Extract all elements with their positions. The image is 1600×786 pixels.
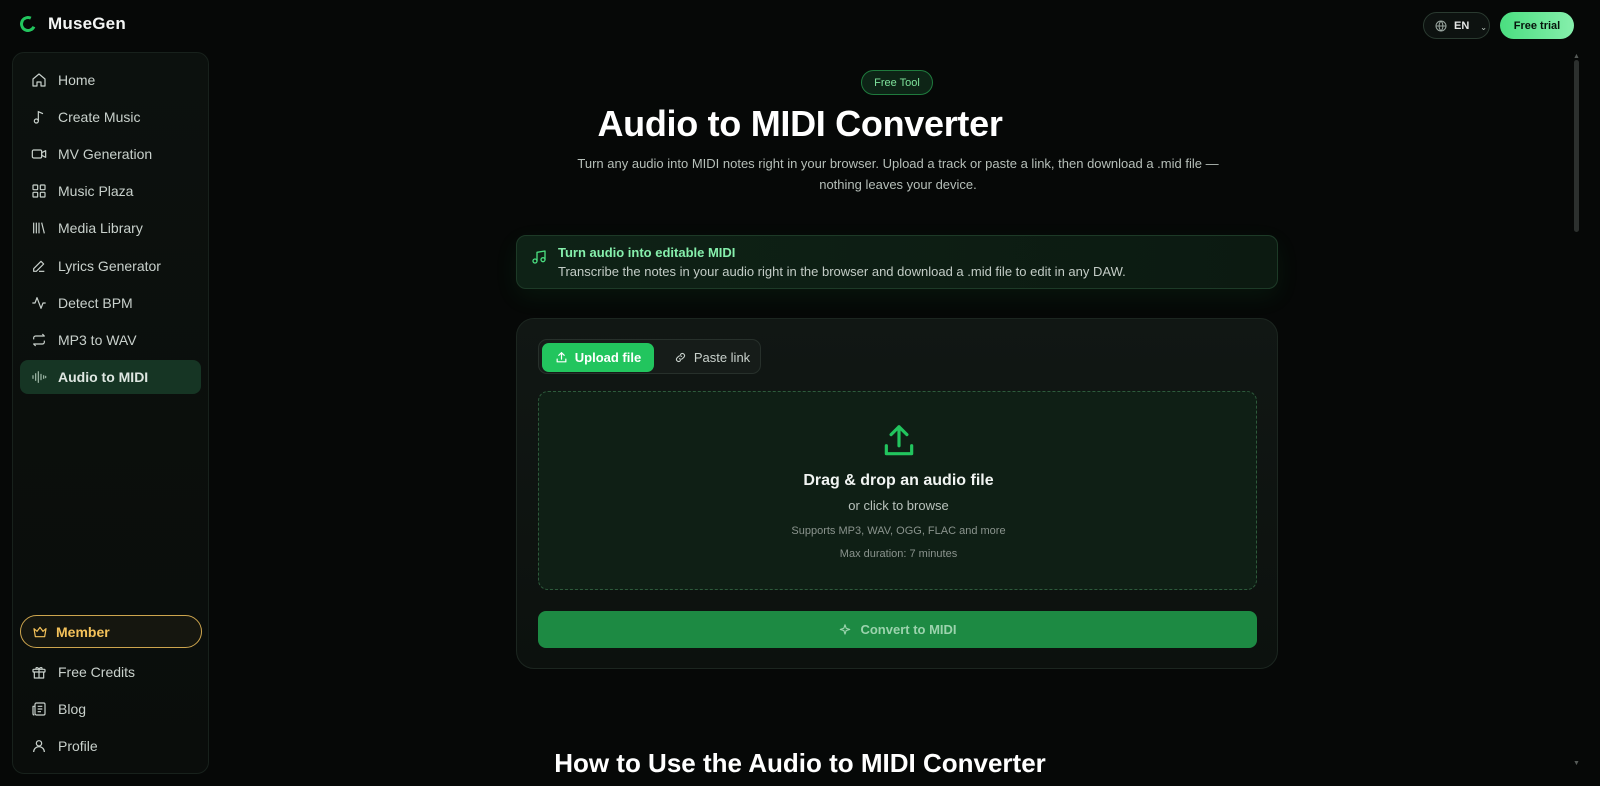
sidebar-item-label: MV Generation: [58, 146, 153, 162]
link-icon: [675, 352, 685, 363]
tab-upload-file[interactable]: Upload file: [542, 343, 654, 372]
tab-paste-link[interactable]: Paste link: [665, 343, 759, 372]
language-label: EN: [1454, 19, 1470, 32]
upload-icon: [556, 352, 567, 363]
sidebar: Home Create Music MV Generation Music Pl…: [12, 52, 209, 774]
dropzone[interactable]: Drag & drop an audio file or click to br…: [538, 391, 1257, 590]
sidebar-item-mp3-to-wav[interactable]: MP3 to WAV: [20, 323, 201, 357]
free-trial-button[interactable]: Free trial: [1500, 12, 1574, 39]
convert-to-midi-button[interactable]: Convert to MIDI: [538, 611, 1257, 648]
sidebar-item-label: Home: [58, 72, 96, 88]
sidebar-item-label: Media Library: [58, 220, 143, 236]
music-notes-icon: [532, 250, 546, 264]
how-to-heading: How to Use the Audio to MIDI Converter: [554, 748, 1046, 778]
dropzone-subtitle: or click to browse: [848, 498, 949, 513]
app-name: MuseGen: [48, 14, 126, 33]
newspaper-icon: [32, 702, 46, 716]
member-label: Member: [56, 623, 110, 640]
sidebar-item-lyrics-generator[interactable]: Lyrics Generator: [20, 249, 201, 283]
sidebar-item-audio-to-midi[interactable]: Audio to MIDI: [20, 360, 201, 394]
tab-label: Paste link: [693, 350, 751, 365]
crown-icon: [33, 626, 47, 637]
sidebar-item-label: Detect BPM: [58, 295, 133, 311]
converter-card: Upload file Paste link Drag & drop an au…: [516, 318, 1278, 669]
sidebar-item-media-library[interactable]: Media Library: [20, 211, 201, 245]
pulse-icon: [32, 297, 46, 309]
home-icon: [32, 73, 46, 87]
sidebar-item-label: Audio to MIDI: [58, 369, 149, 385]
video-camera-icon: [31, 149, 47, 159]
sidebar-item-blog[interactable]: Blog: [20, 692, 201, 726]
top-bar: MuseGen EN ⌄ Free trial: [0, 0, 1600, 50]
sidebar-item-music-plaza[interactable]: Music Plaza: [20, 174, 201, 208]
app: MuseGen EN ⌄ Free trial Home Create Musi…: [0, 0, 1600, 786]
sidebar-item-label: Blog: [58, 701, 87, 717]
waveform-icon: [32, 371, 47, 383]
info-banner: Turn audio into editable MIDI Transcribe…: [516, 235, 1278, 289]
member-button[interactable]: Member: [20, 615, 202, 648]
dropzone-title: Drag & drop an audio file: [803, 472, 994, 489]
sidebar-item-label: Music Plaza: [58, 183, 134, 199]
scrollbar-thumb[interactable]: [1574, 60, 1579, 232]
repeat-icon: [33, 333, 45, 347]
sidebar-item-detect-bpm[interactable]: Detect BPM: [20, 286, 201, 320]
logo[interactable]: MuseGen: [17, 13, 126, 35]
sidebar-item-home[interactable]: Home: [20, 63, 201, 97]
convert-label: Convert to MIDI: [860, 622, 957, 637]
language-selector[interactable]: EN ⌄: [1423, 12, 1490, 39]
pen-icon: [33, 260, 45, 272]
grid-icon: [32, 184, 46, 198]
library-icon: [33, 222, 45, 234]
sparkle-icon: [840, 623, 851, 635]
page-title: Audio to MIDI Converter: [597, 103, 1003, 144]
globe-icon: [1435, 20, 1447, 31]
source-tabs: Upload file Paste link: [538, 339, 761, 374]
musegen-logo-icon: [17, 13, 39, 35]
free-tool-badge: Free Tool: [861, 70, 933, 95]
supported-formats: Supports MP3, WAV, OGG, FLAC and more: [791, 525, 1006, 537]
chevron-down-icon: ⌄: [1480, 23, 1487, 32]
page-subtitle: Turn any audio into MIDI notes right in …: [577, 156, 1219, 192]
scroll-up-icon[interactable]: ▲: [1573, 53, 1580, 60]
sidebar-item-label: Free Credits: [58, 664, 136, 680]
tab-label: Upload file: [574, 350, 642, 365]
max-duration: Max duration: 7 minutes: [839, 548, 958, 560]
sidebar-item-label: Lyrics Generator: [58, 258, 161, 274]
info-text: Transcribe the notes in your audio right…: [558, 264, 1126, 279]
gift-icon: [32, 666, 46, 679]
info-title: Turn audio into editable MIDI: [558, 245, 736, 260]
upload-icon: [884, 425, 914, 456]
sidebar-item-free-credits[interactable]: Free Credits: [20, 655, 201, 689]
sidebar-item-label: MP3 to WAV: [58, 332, 137, 348]
